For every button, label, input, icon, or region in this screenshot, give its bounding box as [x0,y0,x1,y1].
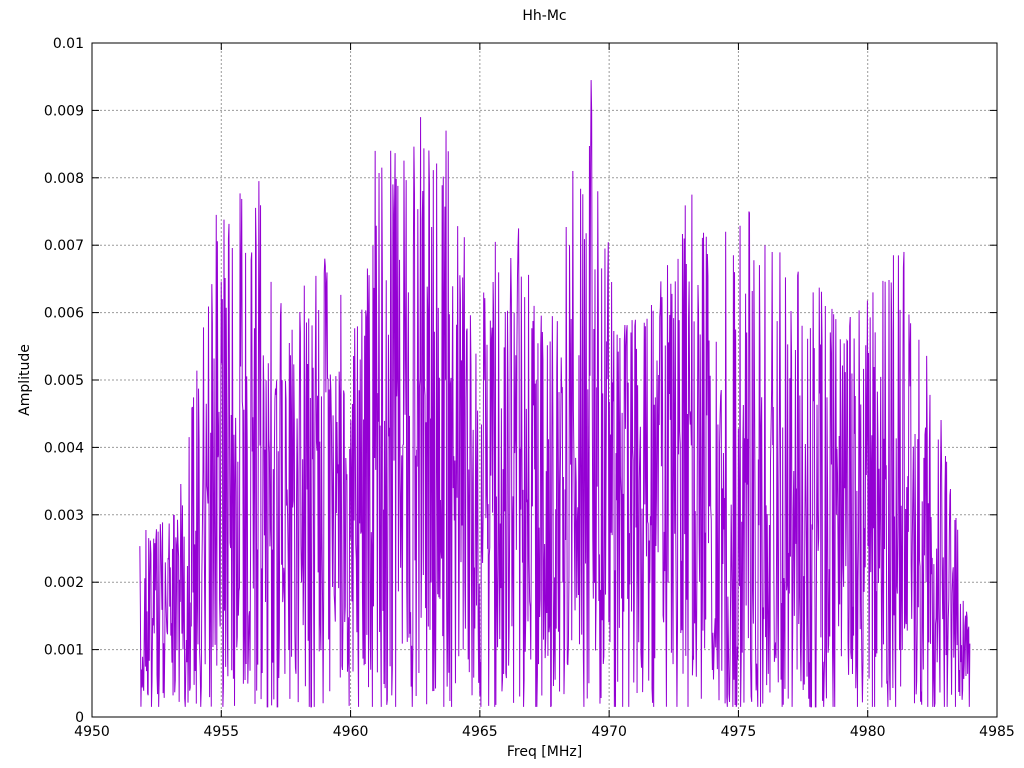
x-tick-label: 4970 [591,724,627,740]
x-tick-label: 4980 [850,724,886,740]
x-tick-label: 4960 [333,724,369,740]
figure-root: Hh-Mc Amplitude Freq [MHz] 4950 4955 4960 4… [0,0,1024,768]
y-tick-label: 0.001 [44,643,84,659]
x-tick-label: 4950 [74,724,110,740]
y-tick-label: 0.006 [44,306,84,322]
y-tick-label: 0.01 [53,36,84,52]
x-tick-label: 4975 [721,724,757,740]
x-tick-label: 4955 [203,724,239,740]
x-tick-label: 4965 [462,724,498,740]
y-tick-label: 0.008 [44,171,84,187]
y-tick-label: 0.009 [44,103,84,119]
y-tick-label: 0.007 [44,238,84,254]
y-tick-label: 0 [75,710,84,726]
y-tick-label: 0.004 [44,440,84,456]
y-tick-label: 0.002 [44,575,84,591]
y-tick-label: 0.005 [44,373,84,389]
plot-area: 4950 4955 4960 4965 4970 4975 4980 4985 0 0.001 0.… [44,36,1015,740]
series-path [139,80,971,708]
y-tick-label: 0.003 [44,508,84,524]
x-tick-label: 4985 [979,724,1015,740]
